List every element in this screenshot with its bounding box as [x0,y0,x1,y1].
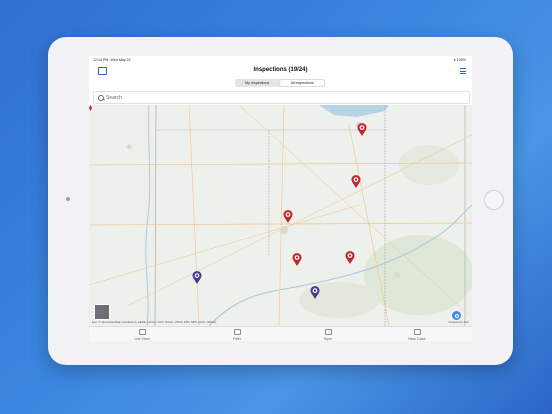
locate-me-button[interactable] [452,311,461,320]
search-input[interactable] [106,93,446,102]
tab-filter[interactable]: Filter [217,329,257,341]
map-view[interactable]: Esri, © OpenStreetMap contributors, HERE… [89,105,472,326]
bottom-toolbar: List View Filter Sync New Case [89,326,472,341]
plus-icon [413,329,421,335]
inspections-segmented-control: My Inspections All Inspections [235,79,325,87]
inspection-pin-icon[interactable] [192,271,202,284]
app-screen: 12:14 PM Wed May 22 ● 100% Inspections (… [89,56,472,341]
filter-icon [233,329,241,335]
inspection-pin-icon[interactable] [283,210,293,223]
inspection-pin-icon[interactable] [345,251,355,264]
powered-by-label: Powered by Esri [448,320,469,324]
status-bar: 12:14 PM Wed May 22 ● 100% [89,56,472,64]
tablet-camera [66,197,70,201]
basemap-switcher-button[interactable] [94,304,110,320]
segment-my-inspections[interactable]: My Inspections [235,79,279,87]
status-time: 12:14 PM Wed May 22 [93,58,131,62]
page-title: Inspections (19/24) [253,67,308,73]
tab-label: New Case [408,336,426,341]
tab-new-case[interactable]: New Case [397,329,437,341]
map-attribution: Esri, © OpenStreetMap contributors, HERE… [92,320,217,324]
menu-icon[interactable] [460,68,466,74]
inspection-pin-icon[interactable] [310,286,320,299]
segment-all-inspections[interactable]: All Inspections [280,79,325,87]
status-battery: ● 100% [453,58,466,62]
tab-label: Filter [232,336,242,341]
tab-sync[interactable]: Sync [308,329,348,341]
inspection-pin-icon[interactable] [357,123,367,136]
search-icon [98,94,104,101]
compass-icon[interactable] [89,105,92,111]
tab-label: Sync [323,336,333,341]
basemap [89,105,472,326]
search-bar [93,91,470,104]
home-button[interactable] [484,190,504,210]
tab-label: List View [134,336,150,341]
inspection-pin-icon[interactable] [351,175,361,188]
navigation-bar: Inspections (19/24) [89,64,472,80]
inspection-pin-icon[interactable] [292,253,302,266]
list-icon [138,329,146,335]
sync-icon [324,329,332,335]
tab-list-view[interactable]: List View [122,329,162,341]
